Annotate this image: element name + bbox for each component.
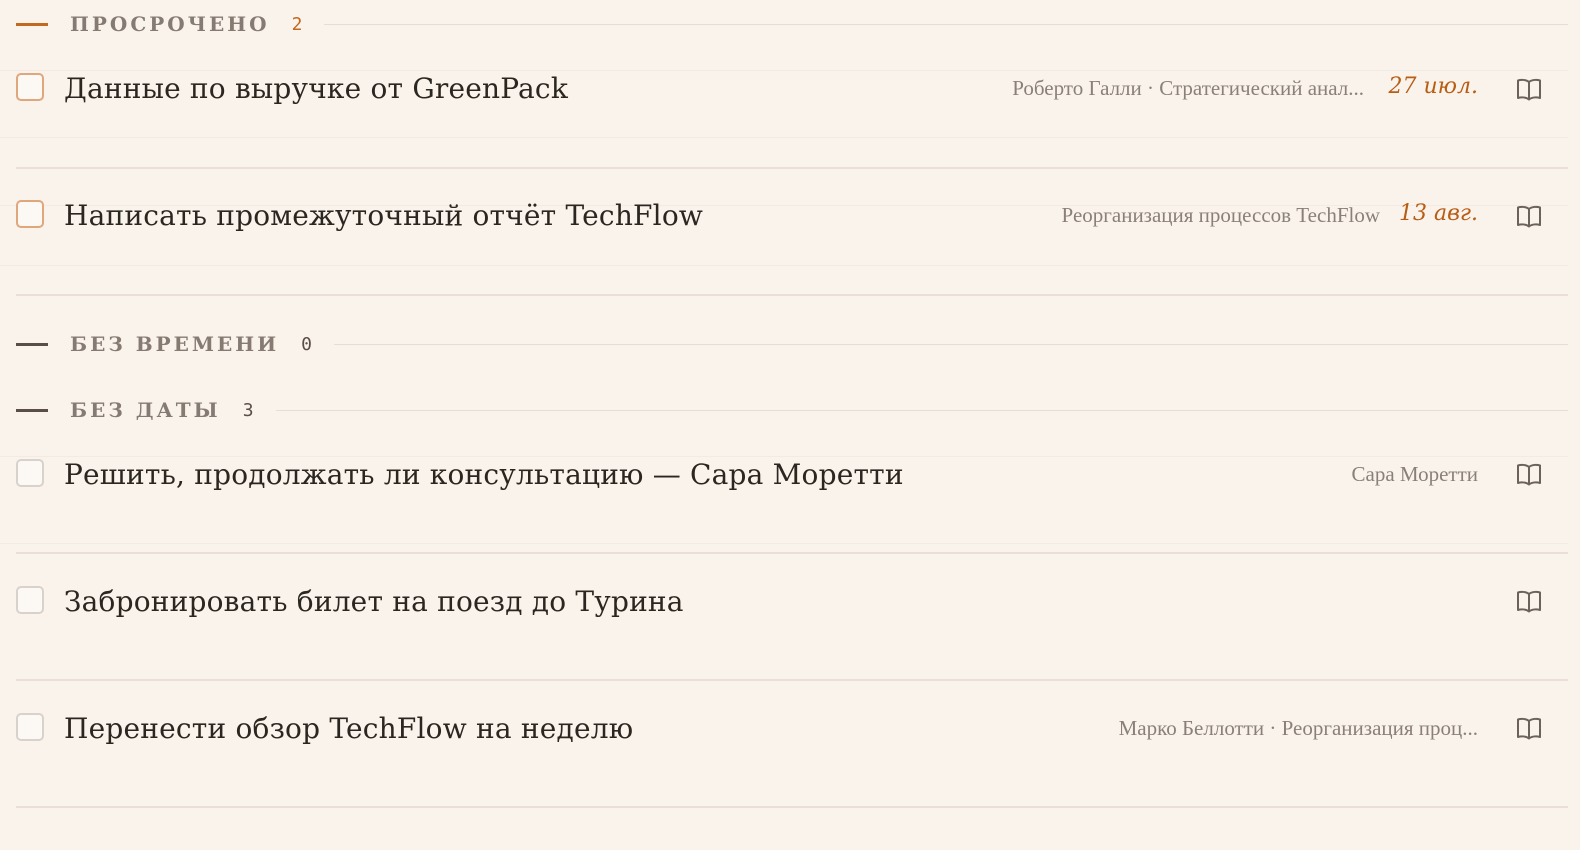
task-title[interactable]: Решить, продолжать ли консультацию — Сар… [64, 458, 904, 491]
section-count: 2 [291, 13, 303, 35]
task-title[interactable]: Перенести обзор TechFlow на неделю [64, 712, 633, 745]
section-divider [275, 409, 1568, 411]
task-meta: Сара Моретти [1351, 462, 1478, 486]
book-icon[interactable] [1516, 204, 1542, 228]
row-divider [16, 806, 1568, 808]
task-row[interactable]: Забронировать билет на поезд до Турина [0, 554, 1568, 681]
task-meta: Реорганизация процессов TechFlow [1061, 203, 1380, 227]
row-separator [0, 543, 1568, 544]
task-meta: Марко Беллотти · Реорганизация проц... [1118, 716, 1478, 740]
section-title: ПРОСРОЧЕНО [70, 12, 270, 36]
section-count: 0 [301, 333, 312, 355]
row-divider [16, 294, 1568, 296]
section-count: 3 [242, 399, 254, 421]
section-title: БЕЗ ВРЕМЕНИ [70, 332, 280, 356]
task-row[interactable]: Решить, продолжать ли консультацию — Сар… [0, 426, 1568, 554]
row-separator [0, 456, 1568, 457]
book-icon[interactable] [1516, 716, 1542, 740]
section-title: БЕЗ ДАТЫ [70, 398, 221, 422]
task-title[interactable]: Написать промежуточный отчёт TechFlow [64, 199, 703, 232]
row-separator [0, 265, 1568, 266]
task-row[interactable]: Написать промежуточный отчёт TechFlow Ре… [0, 169, 1568, 296]
section-divider [324, 23, 1568, 25]
row-separator [0, 137, 1568, 138]
task-title[interactable]: Забронировать билет на поезд до Турина [64, 585, 684, 618]
book-icon[interactable] [1516, 77, 1542, 101]
task-row[interactable]: Перенести обзор TechFlow на неделю Марко… [0, 681, 1568, 808]
section-dash-icon [16, 342, 48, 346]
book-icon[interactable] [1516, 589, 1542, 613]
task-row[interactable]: Данные по выручке от GreenPack Роберто Г… [0, 70, 1568, 169]
task-list-page: ПРОСРОЧЕНО 2 Данные по выручке от GreenP… [0, 0, 1580, 850]
task-title[interactable]: Данные по выручке от GreenPack [64, 72, 568, 105]
task-checkbox[interactable] [16, 586, 44, 614]
section-dash-icon [16, 408, 48, 412]
task-due-date[interactable]: 27 июл. [1388, 74, 1478, 99]
task-due-date[interactable]: 13 авг. [1399, 201, 1478, 226]
section-header-no-time[interactable]: БЕЗ ВРЕМЕНИ 0 [16, 332, 1568, 356]
task-checkbox[interactable] [16, 459, 44, 487]
book-icon[interactable] [1516, 462, 1542, 486]
task-meta: Роберто Галли · Стратегический анал... [1012, 76, 1364, 100]
section-dash-icon [16, 22, 48, 26]
task-checkbox[interactable] [16, 200, 44, 228]
task-checkbox[interactable] [16, 713, 44, 741]
section-divider [333, 343, 1568, 345]
task-checkbox[interactable] [16, 73, 44, 101]
section-header-overdue[interactable]: ПРОСРОЧЕНО 2 [16, 12, 1568, 36]
section-header-no-date[interactable]: БЕЗ ДАТЫ 3 [16, 398, 1568, 422]
row-separator [0, 70, 1568, 71]
